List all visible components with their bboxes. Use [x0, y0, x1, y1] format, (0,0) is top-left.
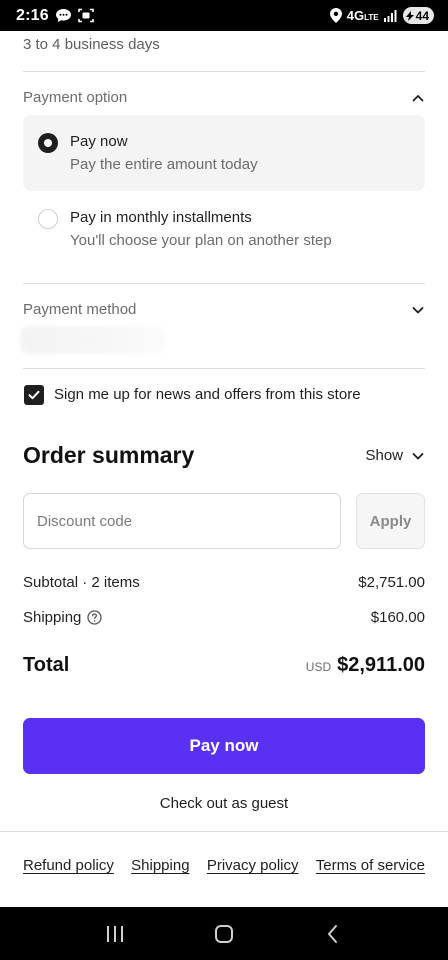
pay-option-subtitle: Pay the entire amount today [70, 156, 258, 173]
home-icon[interactable] [204, 914, 244, 954]
total-currency: USD [305, 660, 332, 674]
delivery-time: 3 to 4 business days [23, 36, 160, 53]
divider [23, 283, 425, 284]
radio-unselected[interactable] [38, 209, 58, 229]
pay-option-subtitle: You'll choose your plan on another step [70, 232, 332, 249]
shipping-row: Shipping [23, 609, 103, 626]
system-nav-bar [0, 907, 448, 960]
help-circle-icon[interactable] [87, 610, 103, 625]
status-bar: 2:16 4GLTE 44 [0, 0, 448, 31]
location-pin-icon [329, 8, 342, 23]
status-left: 2:16 [16, 7, 94, 25]
show-label: Show [365, 447, 403, 464]
payment-option-title: Payment option [23, 89, 128, 106]
total-amount-group: USD $2,911.00 [306, 654, 425, 677]
footer-links: Refund policy Shipping Privacy policy Te… [23, 857, 425, 874]
signal-bars-icon [383, 9, 398, 22]
payment-method-header[interactable]: Payment method [23, 301, 425, 321]
checkmark-icon [28, 390, 40, 400]
newsletter-checkbox[interactable] [24, 385, 44, 405]
chat-bubble-icon [55, 8, 72, 23]
payment-option-header[interactable]: Payment option [23, 89, 425, 109]
pay-option-installments[interactable] [23, 191, 425, 267]
network-label: 4G [346, 8, 365, 23]
show-summary-toggle[interactable]: Show [365, 447, 425, 464]
discount-code-input[interactable] [23, 493, 341, 549]
chevron-down-icon [412, 452, 424, 459]
chevron-up-icon[interactable] [411, 91, 425, 110]
pay-option-pay-now[interactable] [23, 115, 425, 191]
recents-icon[interactable] [95, 914, 135, 954]
subtotal-value: $2,751.00 [358, 574, 425, 591]
network-indicator: 4GLTE [347, 8, 379, 23]
shipping-label: Shipping [23, 609, 82, 626]
divider [23, 368, 425, 369]
total-label: Total [23, 654, 70, 676]
subtotal-label: Subtotal · 2 items [23, 574, 140, 591]
checkout-content: 3 to 4 business days Payment option Pay … [0, 31, 448, 907]
pay-option-title: Pay in monthly installments [70, 209, 252, 226]
pay-option-title: Pay now [70, 133, 128, 150]
terms-of-service-link[interactable]: Terms of service [316, 857, 425, 874]
status-right: 4GLTE 44 [329, 7, 434, 24]
network-suffix: LTE [364, 13, 379, 22]
shipping-value: $160.00 [370, 609, 425, 626]
pay-now-button[interactable]: Pay now [23, 718, 425, 774]
apply-button[interactable]: Apply [356, 493, 425, 549]
battery-icon: 44 [402, 7, 434, 24]
shipping-policy-link[interactable]: Shipping [131, 857, 189, 874]
payment-method-placeholder [20, 326, 166, 354]
chevron-down-icon[interactable] [411, 303, 425, 322]
checkout-as-guest-link[interactable]: Check out as guest [0, 795, 448, 812]
privacy-policy-link[interactable]: Privacy policy [207, 857, 299, 874]
back-icon[interactable] [313, 914, 353, 954]
footer-divider [0, 831, 448, 832]
total-amount: $2,911.00 [337, 654, 425, 676]
refund-policy-link[interactable]: Refund policy [23, 857, 114, 874]
radio-selected[interactable] [38, 133, 58, 153]
battery-level: 44 [415, 8, 429, 23]
screenshot-icon [78, 8, 94, 23]
status-time: 2:16 [16, 6, 49, 24]
newsletter-label[interactable]: Sign me up for news and offers from this… [54, 386, 361, 403]
divider [23, 71, 425, 72]
order-summary-title: Order summary [23, 442, 195, 468]
payment-method-title: Payment method [23, 301, 137, 318]
